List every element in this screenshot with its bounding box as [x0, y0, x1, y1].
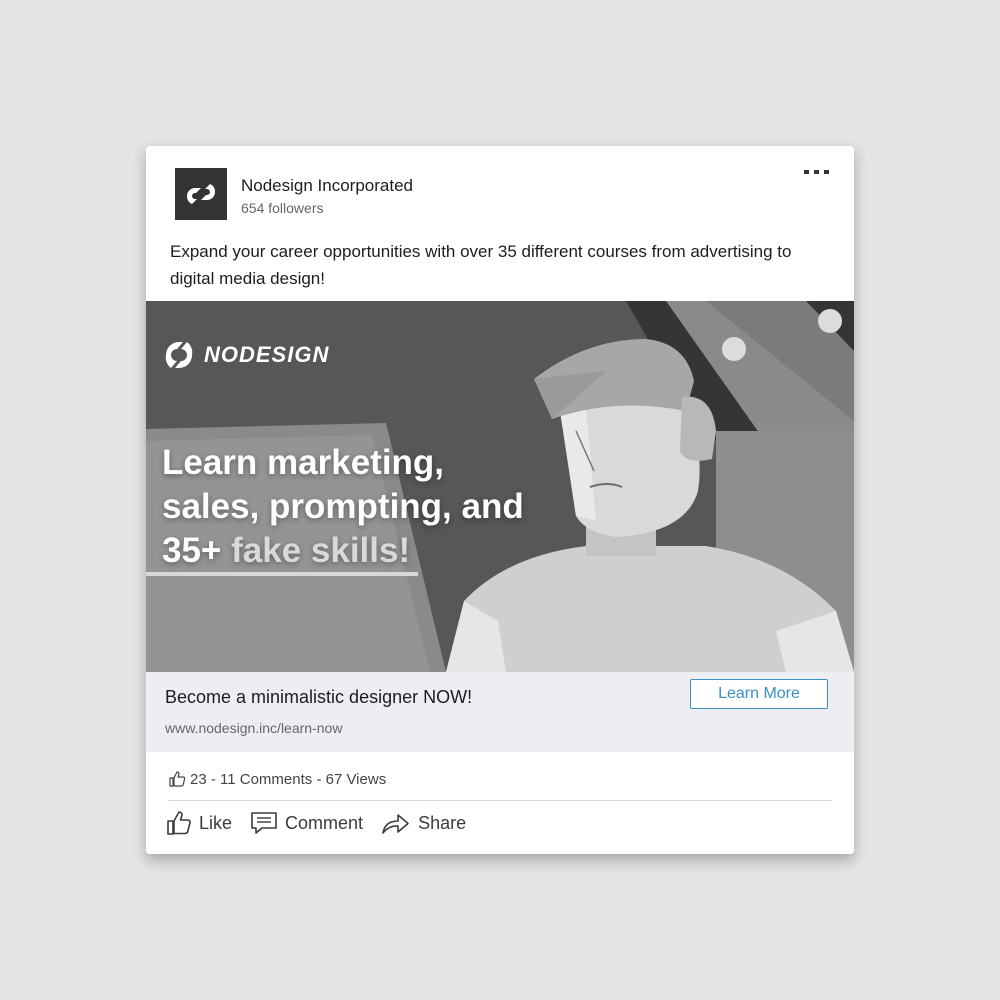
- company-name[interactable]: Nodesign Incorporated: [241, 176, 413, 196]
- banner-headline: Learn marketing, sales, prompting, and 3…: [162, 441, 524, 573]
- learn-more-button[interactable]: Learn More: [690, 679, 828, 709]
- headline-line-3-text: fake skills!: [231, 531, 411, 570]
- divider: [168, 800, 832, 801]
- post-card: Nodesign Incorporated 654 followers Expa…: [146, 146, 854, 854]
- logo-mark-icon: [186, 184, 216, 204]
- brand-mark-icon: [165, 342, 193, 368]
- brand-wordmark: NODESIGN: [204, 342, 330, 367]
- headline-underline: [146, 572, 418, 576]
- comment-button[interactable]: Comment: [250, 810, 363, 836]
- company-logo[interactable]: [175, 168, 227, 220]
- more-icon: [804, 170, 829, 174]
- share-icon: [382, 814, 409, 834]
- share-label: Share: [418, 812, 467, 833]
- like-button[interactable]: Like: [166, 810, 232, 836]
- action-bar: Like Comment Share: [166, 810, 484, 836]
- comment-label: Comment: [285, 812, 364, 833]
- brand-logo: NODESIGN: [162, 329, 329, 381]
- like-label: Like: [199, 812, 233, 833]
- comment-icon: [251, 812, 277, 834]
- cta-title[interactable]: Become a minimalistic designer NOW!: [165, 687, 472, 708]
- cta-url[interactable]: www.nodesign.inc/learn-now: [165, 720, 342, 736]
- headline-line-3: 35+ fake skills!: [162, 529, 524, 573]
- post-text: Expand your career opportunities with ov…: [170, 242, 792, 288]
- like-icon: [167, 811, 191, 835]
- banner-image[interactable]: NODESIGN Learn marketing, sales, prompti…: [146, 301, 854, 672]
- headline-line-3-number: 35+: [162, 531, 232, 570]
- more-options-button[interactable]: [800, 160, 834, 182]
- headline-line-1: Learn marketing,: [162, 443, 445, 482]
- post-stats[interactable]: 23 - 11 Comments - 67 Views: [168, 770, 386, 788]
- like-small-icon: [169, 771, 186, 787]
- cta-bar: Become a minimalistic designer NOW! www.…: [146, 672, 854, 752]
- headline-line-2: sales, prompting, and: [162, 487, 524, 526]
- followers-count: 654 followers: [241, 200, 324, 216]
- share-button[interactable]: Share: [381, 810, 466, 836]
- stats-text: 23 - 11 Comments - 67 Views: [190, 770, 387, 788]
